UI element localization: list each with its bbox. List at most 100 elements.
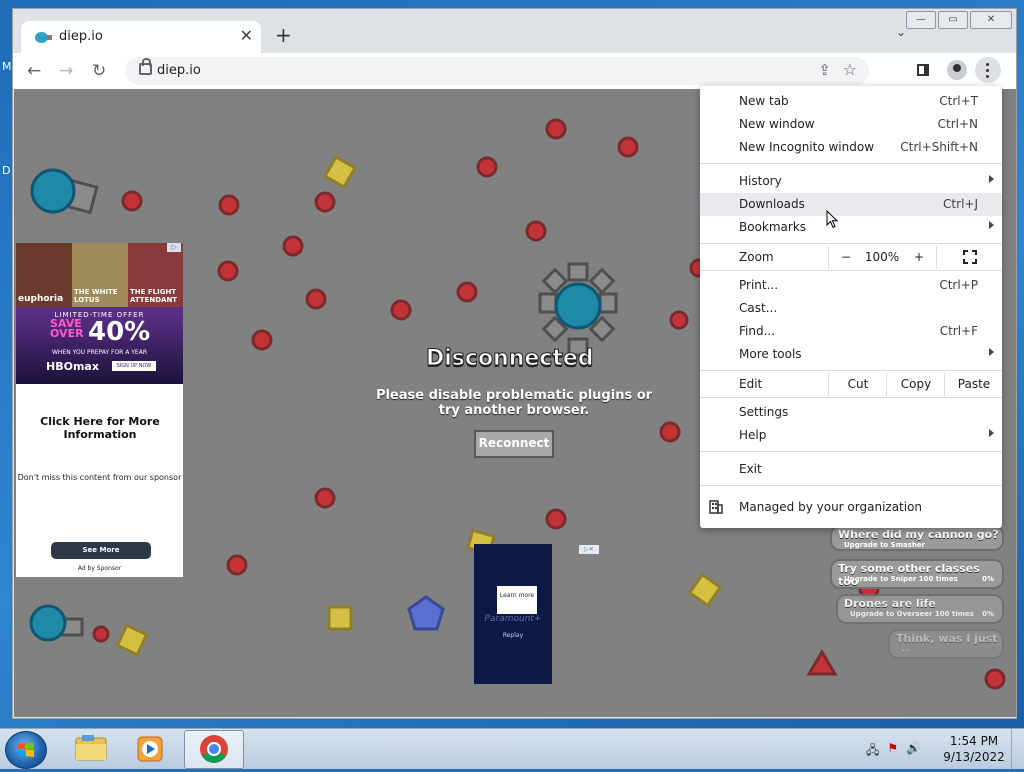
red-food-circle	[659, 421, 681, 443]
start-button[interactable]	[5, 731, 47, 769]
desktop-icon-label[interactable]: D	[2, 164, 10, 177]
ad-signup-button[interactable]: SIGN UP NOW	[112, 361, 156, 371]
network-icon[interactable]: 🖧	[866, 741, 879, 762]
menu-item-history[interactable]: History	[700, 170, 1002, 193]
zoom-out-button[interactable]: −	[828, 246, 863, 269]
chrome-menu-button[interactable]	[975, 57, 1001, 83]
menu-separator	[700, 397, 1002, 398]
menu-item-more-tools[interactable]: More tools	[700, 343, 1002, 366]
red-food-circle	[476, 156, 498, 178]
taskbar-explorer[interactable]	[62, 730, 120, 767]
menu-item-exit[interactable]: Exit	[700, 458, 1002, 481]
red-food-circle	[305, 288, 327, 310]
menu-item-help[interactable]: Help	[700, 424, 1002, 447]
tank-bottom-left	[29, 604, 84, 642]
menu-item-new-incognito[interactable]: New Incognito window Ctrl+Shift+N	[700, 136, 1002, 159]
tab-search-button[interactable]: ⌄	[896, 25, 906, 39]
fullscreen-button[interactable]	[936, 246, 1003, 269]
menu-item-managed[interactable]: Managed by your organization	[700, 496, 1002, 519]
browser-tab[interactable]: diep.io ✕	[21, 21, 261, 53]
zoom-in-button[interactable]: +	[902, 246, 936, 269]
menu-item-bookmarks[interactable]: Bookmarks	[700, 216, 1002, 239]
windows-flag-icon	[18, 742, 34, 757]
desktop-icon-label[interactable]: M	[2, 60, 12, 73]
url-text[interactable]: diep.io	[157, 63, 201, 78]
red-food-circle	[984, 668, 1006, 690]
zoom-value: 100%	[864, 250, 900, 264]
taskbar-media-player[interactable]	[122, 730, 180, 767]
menu-item-cast[interactable]: Cast...	[700, 297, 1002, 320]
menu-item-downloads[interactable]: Downloads Ctrl+J	[700, 193, 1002, 216]
reconnect-button[interactable]: Reconnect	[474, 430, 554, 458]
volume-icon[interactable]: 🔊	[906, 741, 921, 762]
back-arrow-icon[interactable]: ←	[27, 61, 41, 81]
ad-sponsor-text: Don't miss this content from our sponsor	[17, 473, 182, 482]
menu-item-find[interactable]: Find... Ctrl+F	[700, 320, 1002, 343]
red-food-circle	[669, 310, 689, 330]
learn-more-button[interactable]: Learn more	[497, 586, 537, 614]
red-food-circle	[390, 299, 412, 321]
achievement-progress: 0%	[982, 575, 994, 583]
reload-icon[interactable]: ↻	[92, 61, 106, 81]
share-icon[interactable]: ⇪	[818, 61, 831, 79]
lock-icon[interactable]	[139, 58, 152, 75]
red-food-circle	[251, 329, 273, 351]
new-tab-button[interactable]: +	[275, 23, 292, 47]
profile-avatar-icon[interactable]	[947, 60, 967, 80]
ad-banner[interactable]: euphoria THE WHITE LOTUS THE FLIGHT ATTE…	[16, 243, 183, 384]
ad-save-text: SAVE OVER	[50, 317, 84, 340]
disconnected-title: Disconnected	[426, 346, 595, 372]
menu-item-settings[interactable]: Settings	[700, 401, 1002, 424]
red-food-circle	[218, 194, 240, 216]
chrome-icon	[200, 735, 228, 763]
edit-label: Edit	[739, 377, 763, 391]
copy-button[interactable]: Copy	[886, 373, 945, 396]
disconnected-message: Please disable problematic plugins or tr…	[375, 388, 653, 418]
achievement-title: Drones are life	[844, 597, 936, 610]
side-panel-icon[interactable]	[917, 64, 929, 76]
menu-item-print[interactable]: Print... Ctrl+P	[700, 274, 1002, 297]
paste-button[interactable]: Paste	[944, 373, 1003, 396]
clock[interactable]: 1:54 PM 9/13/2022	[942, 733, 1006, 765]
tank-top-left	[30, 168, 99, 215]
achievement-progress: 0%	[982, 610, 994, 618]
ad-click-text[interactable]: Click Here for More Information	[36, 415, 164, 441]
ad-by-sponsor: Ad by Sponsor	[77, 565, 122, 572]
cut-button[interactable]: Cut	[828, 373, 887, 396]
red-food-circle	[226, 554, 248, 576]
ad-close-icon[interactable]: ▷✕	[579, 545, 599, 554]
yellow-square	[687, 572, 723, 608]
fullscreen-icon	[963, 250, 977, 264]
hbo-max-ad[interactable]: euphoria THE WHITE LOTUS THE FLIGHT ATTE…	[16, 243, 183, 577]
paramount-logo: Paramount+	[484, 614, 542, 624]
forward-arrow-icon[interactable]: →	[59, 61, 73, 81]
taskbar-chrome[interactable]	[184, 730, 244, 769]
paramount-ad[interactable]: Learn more Paramount+ Replay	[474, 544, 552, 684]
close-window-button[interactable]: ✕	[970, 11, 1012, 29]
action-center-icon[interactable]: ⚑	[887, 741, 898, 762]
mouse-cursor-icon	[826, 210, 839, 229]
menu-item-new-window[interactable]: New window Ctrl+N	[700, 113, 1002, 136]
address-bar[interactable]: diep.io ⇪ ☆	[125, 57, 869, 85]
red-food-circle	[217, 260, 239, 282]
replay-button[interactable]: Replay	[474, 632, 552, 639]
tab-close-icon[interactable]: ✕	[240, 26, 253, 45]
achievement-title: Where did my cannon go?	[838, 528, 999, 541]
minimize-button[interactable]: —	[906, 11, 936, 29]
yellow-square	[327, 605, 353, 631]
red-food-circle	[545, 508, 567, 530]
achievement-title: Think, was I just	[896, 632, 998, 645]
bookmark-star-icon[interactable]: ☆	[843, 60, 857, 79]
red-food-circle	[525, 220, 547, 242]
menu-item-new-tab[interactable]: New tab Ctrl+T	[700, 90, 1002, 113]
maximize-button[interactable]: ▭	[938, 11, 968, 29]
red-food-circle	[456, 281, 478, 303]
system-tray: 🖧 ⚑ 🔊	[866, 741, 921, 762]
achievement-card: Drones are life Upgrade to Overseer 100 …	[836, 594, 1004, 624]
red-food-circle	[314, 487, 336, 509]
hbomax-logo: HBOmax	[46, 360, 99, 373]
adchoices-icon[interactable]: ▷	[167, 243, 181, 252]
show-desktop-button[interactable]	[1011, 729, 1024, 769]
see-more-button[interactable]: See More	[51, 542, 151, 559]
yellow-square	[322, 154, 358, 190]
